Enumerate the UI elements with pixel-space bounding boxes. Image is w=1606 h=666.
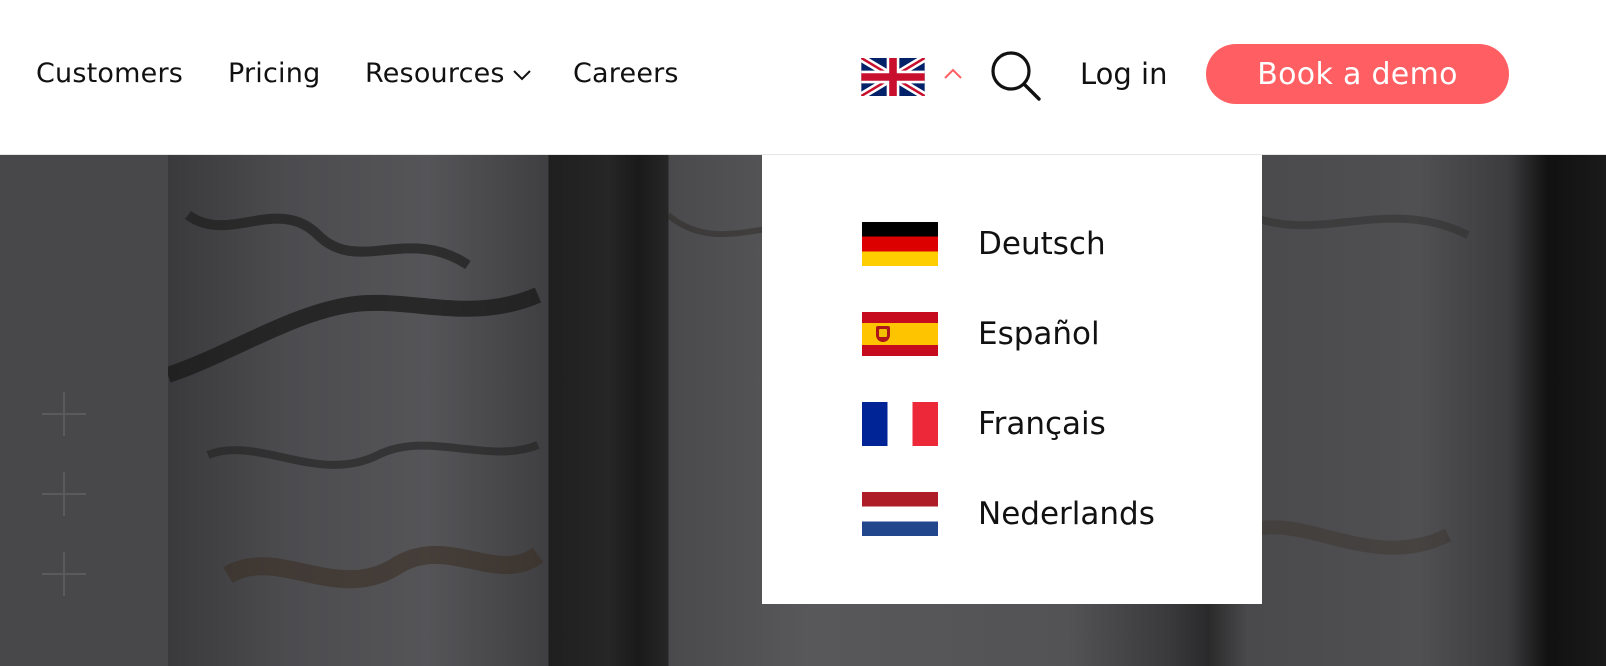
language-label: Español [978, 316, 1100, 352]
french-flag-icon [862, 402, 938, 446]
chevron-up-icon [944, 68, 962, 79]
nav-resources-dropdown[interactable]: Resources [365, 56, 531, 92]
language-selector-toggle[interactable] [861, 56, 962, 100]
search-button[interactable] [990, 50, 1042, 102]
nav-resources-label: Resources [365, 58, 505, 89]
language-label: Deutsch [978, 226, 1106, 262]
dutch-flag-icon [862, 492, 938, 536]
plus-icon [42, 392, 86, 436]
language-label: Français [978, 406, 1106, 442]
nav-careers-link[interactable]: Careers [573, 56, 679, 92]
nav-customers-link[interactable]: Customers [36, 56, 183, 92]
german-flag-icon [862, 222, 938, 266]
language-option-espanol[interactable]: Español [862, 311, 1192, 357]
spanish-flag-icon [862, 312, 938, 356]
book-demo-button[interactable]: Book a demo [1206, 44, 1509, 104]
search-icon [991, 51, 1041, 101]
plus-icon [42, 472, 86, 516]
language-dropdown-menu: Deutsch Español Français Nederlands [762, 155, 1262, 604]
nav-pricing-link[interactable]: Pricing [228, 56, 320, 92]
uk-flag-icon [861, 58, 925, 96]
plus-icon [42, 552, 86, 596]
login-link[interactable]: Log in [1080, 56, 1167, 92]
site-header: Customers Pricing Resources Careers Log … [0, 0, 1606, 155]
language-option-deutsch[interactable]: Deutsch [862, 221, 1192, 267]
language-option-nederlands[interactable]: Nederlands [862, 491, 1192, 537]
hero-side-panel [0, 155, 168, 666]
language-label: Nederlands [978, 496, 1155, 532]
chevron-down-icon [512, 69, 531, 80]
language-option-francais[interactable]: Français [862, 401, 1192, 447]
